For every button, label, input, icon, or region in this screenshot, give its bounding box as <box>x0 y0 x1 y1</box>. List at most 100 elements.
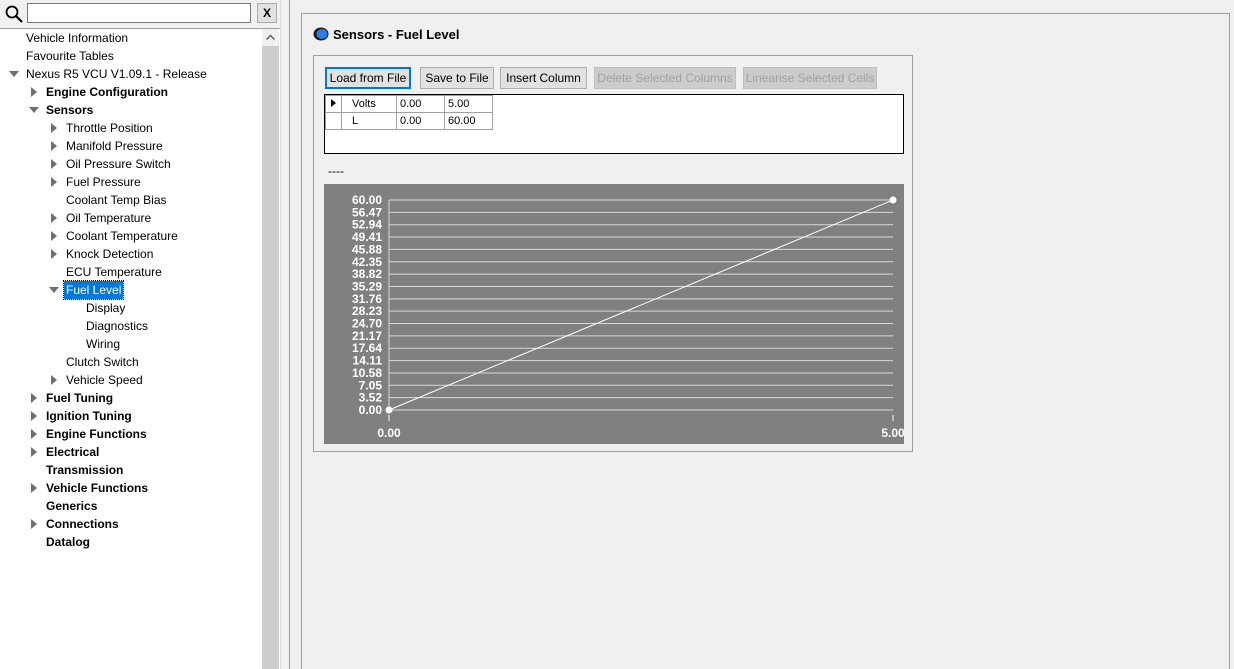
save-to-file-button[interactable]: Save to File <box>420 67 494 89</box>
tree-item-connections[interactable]: Connections <box>2 515 260 533</box>
collapsed-arrow-icon[interactable] <box>51 159 57 169</box>
navigation-tree: Vehicle Information Favourite Tables Nexus… <box>2 29 262 669</box>
tree-item-oil-temperature[interactable]: Oil Temperature <box>2 209 260 227</box>
collapsed-arrow-icon[interactable] <box>51 231 57 241</box>
tree-item-generics[interactable]: Generics <box>2 497 260 515</box>
tree-item-wiring[interactable]: Wiring <box>2 335 260 353</box>
collapsed-arrow-icon[interactable] <box>51 177 57 187</box>
collapsed-arrow-icon[interactable] <box>51 249 57 259</box>
tree-item-label: Datalog <box>46 535 91 549</box>
clear-search-button[interactable]: X <box>257 3 277 23</box>
tree-item-engine-functions[interactable]: Engine Functions <box>2 425 260 443</box>
tree-item-label: ECU Temperature <box>66 265 162 279</box>
expanded-arrow-icon[interactable] <box>29 107 39 113</box>
tree-item-label: Electrical <box>46 445 100 459</box>
tree-item-display[interactable]: Display <box>2 299 260 317</box>
pane-splitter[interactable] <box>280 0 290 669</box>
collapsed-arrow-icon[interactable] <box>51 123 57 133</box>
expanded-arrow-icon[interactable] <box>9 71 19 77</box>
y-tick-label: 35.29 <box>352 279 382 293</box>
tree-scrollbar[interactable] <box>262 29 279 669</box>
tree-item-clutch-switch[interactable]: Clutch Switch <box>2 353 260 371</box>
tree-item-coolant-temp-bias[interactable]: Coolant Temp Bias <box>2 191 260 209</box>
collapsed-arrow-icon[interactable] <box>31 483 37 493</box>
row-header[interactable] <box>325 95 342 113</box>
insert-column-button[interactable]: Insert Column <box>500 67 587 89</box>
tree-item-label: Diagnostics <box>86 319 149 333</box>
collapsed-arrow-icon[interactable] <box>31 519 37 529</box>
collapsed-arrow-icon[interactable] <box>51 141 57 151</box>
tree-item-label: Fuel Level <box>62 280 125 300</box>
load-from-file-button[interactable]: Load from File <box>325 67 411 89</box>
tree-item-label: Fuel Tuning <box>46 391 114 405</box>
chart-background <box>324 184 904 444</box>
tree-item-label: Oil Pressure Switch <box>66 157 171 171</box>
collapsed-arrow-icon[interactable] <box>31 447 37 457</box>
tree-item-label: Knock Detection <box>66 247 154 261</box>
scrollbar-thumb[interactable] <box>262 46 279 669</box>
tree-item-engine-configuration[interactable]: Engine Configuration <box>2 83 260 101</box>
y-tick-label: 52.94 <box>352 218 382 232</box>
y-tick-label: 45.88 <box>352 242 382 256</box>
tree-item-label: Engine Configuration <box>46 85 168 99</box>
table-cell[interactable]: 0.00 <box>396 112 445 130</box>
y-tick-label: 28.23 <box>352 304 382 318</box>
tree-item-oil-pressure-switch[interactable]: Oil Pressure Switch <box>2 155 260 173</box>
search-input[interactable] <box>27 3 251 23</box>
collapsed-arrow-icon[interactable] <box>31 393 37 403</box>
tree-item-label: Generics <box>46 499 98 513</box>
collapsed-arrow-icon[interactable] <box>31 411 37 421</box>
tree-item-transmission[interactable]: Transmission <box>2 461 260 479</box>
collapsed-arrow-icon[interactable] <box>51 375 57 385</box>
y-tick-label: 7.05 <box>359 378 383 392</box>
table-panel: Load from File Save to File Insert Colum… <box>313 55 913 452</box>
tree-item-label: Vehicle Functions <box>46 481 149 495</box>
tree-item-fuel-tuning[interactable]: Fuel Tuning <box>2 389 260 407</box>
tree-item-favourite-tables[interactable]: Favourite Tables <box>2 47 260 65</box>
tree-item-knock-detection[interactable]: Knock Detection <box>2 245 260 263</box>
tree-item-ignition-tuning[interactable]: Ignition Tuning <box>2 407 260 425</box>
tree-item-manifold-pressure[interactable]: Manifold Pressure <box>2 137 260 155</box>
collapsed-arrow-icon[interactable] <box>31 429 37 439</box>
y-tick-label: 38.82 <box>352 267 382 281</box>
y-tick-label: 49.41 <box>352 230 382 244</box>
tree-item-label: Coolant Temp Bias <box>66 193 167 207</box>
data-point <box>385 406 393 414</box>
tree-item-fuel-level[interactable]: Fuel Level <box>2 280 260 300</box>
tree-item-diagnostics[interactable]: Diagnostics <box>2 317 260 335</box>
tree-item-fuel-pressure[interactable]: Fuel Pressure <box>2 173 260 191</box>
tree-item-label: Oil Temperature <box>66 211 152 225</box>
x-tick-label: 5.00 <box>881 426 904 440</box>
tree-item-throttle-position[interactable]: Throttle Position <box>2 119 260 137</box>
tree-item-vehicle-information[interactable]: Vehicle Information <box>2 29 260 47</box>
expanded-arrow-icon[interactable] <box>49 287 59 293</box>
collapsed-arrow-icon[interactable] <box>51 213 57 223</box>
linearise-selected-cells-button[interactable]: Linearise Selected Cells <box>743 67 877 89</box>
delete-selected-columns-button[interactable]: Delete Selected Columns <box>594 67 736 89</box>
table-cell[interactable]: 60.00 <box>444 112 493 130</box>
tree-item-label: Connections <box>46 517 119 531</box>
tree-item-label: Vehicle Speed <box>66 373 143 387</box>
tree-item-vehicle-speed[interactable]: Vehicle Speed <box>2 371 260 389</box>
table-cell[interactable]: 0.00 <box>396 95 445 113</box>
table-row: L 0.00 60.00 <box>325 112 493 130</box>
y-tick-label: 24.70 <box>352 317 382 331</box>
y-tick-label: 31.76 <box>352 292 382 306</box>
table-cell[interactable]: 5.00 <box>444 95 493 113</box>
tree-item-label: Manifold Pressure <box>66 139 163 153</box>
row-label-l: L <box>341 112 397 130</box>
fuel-level-chart: 0.003.527.0510.5814.1117.6421.1724.7028.… <box>324 184 904 444</box>
scroll-up-icon[interactable] <box>262 29 279 46</box>
y-tick-label: 21.17 <box>352 329 382 343</box>
tree-item-ecu-temperature[interactable]: ECU Temperature <box>2 263 260 281</box>
tree-item-datalog[interactable]: Datalog <box>2 533 260 551</box>
tree-item-electrical[interactable]: Electrical <box>2 443 260 461</box>
y-tick-label: 56.47 <box>352 205 382 219</box>
row-header[interactable] <box>325 112 342 130</box>
tree-item-coolant-temperature[interactable]: Coolant Temperature <box>2 227 260 245</box>
tree-item-nexus-r5-vcu[interactable]: Nexus R5 VCU V1.09.1 - Release <box>2 65 260 83</box>
tree-item-sensors[interactable]: Sensors <box>2 101 260 119</box>
tree-item-vehicle-functions[interactable]: Vehicle Functions <box>2 479 260 497</box>
row-label-volts: Volts <box>341 95 397 113</box>
collapsed-arrow-icon[interactable] <box>31 87 37 97</box>
